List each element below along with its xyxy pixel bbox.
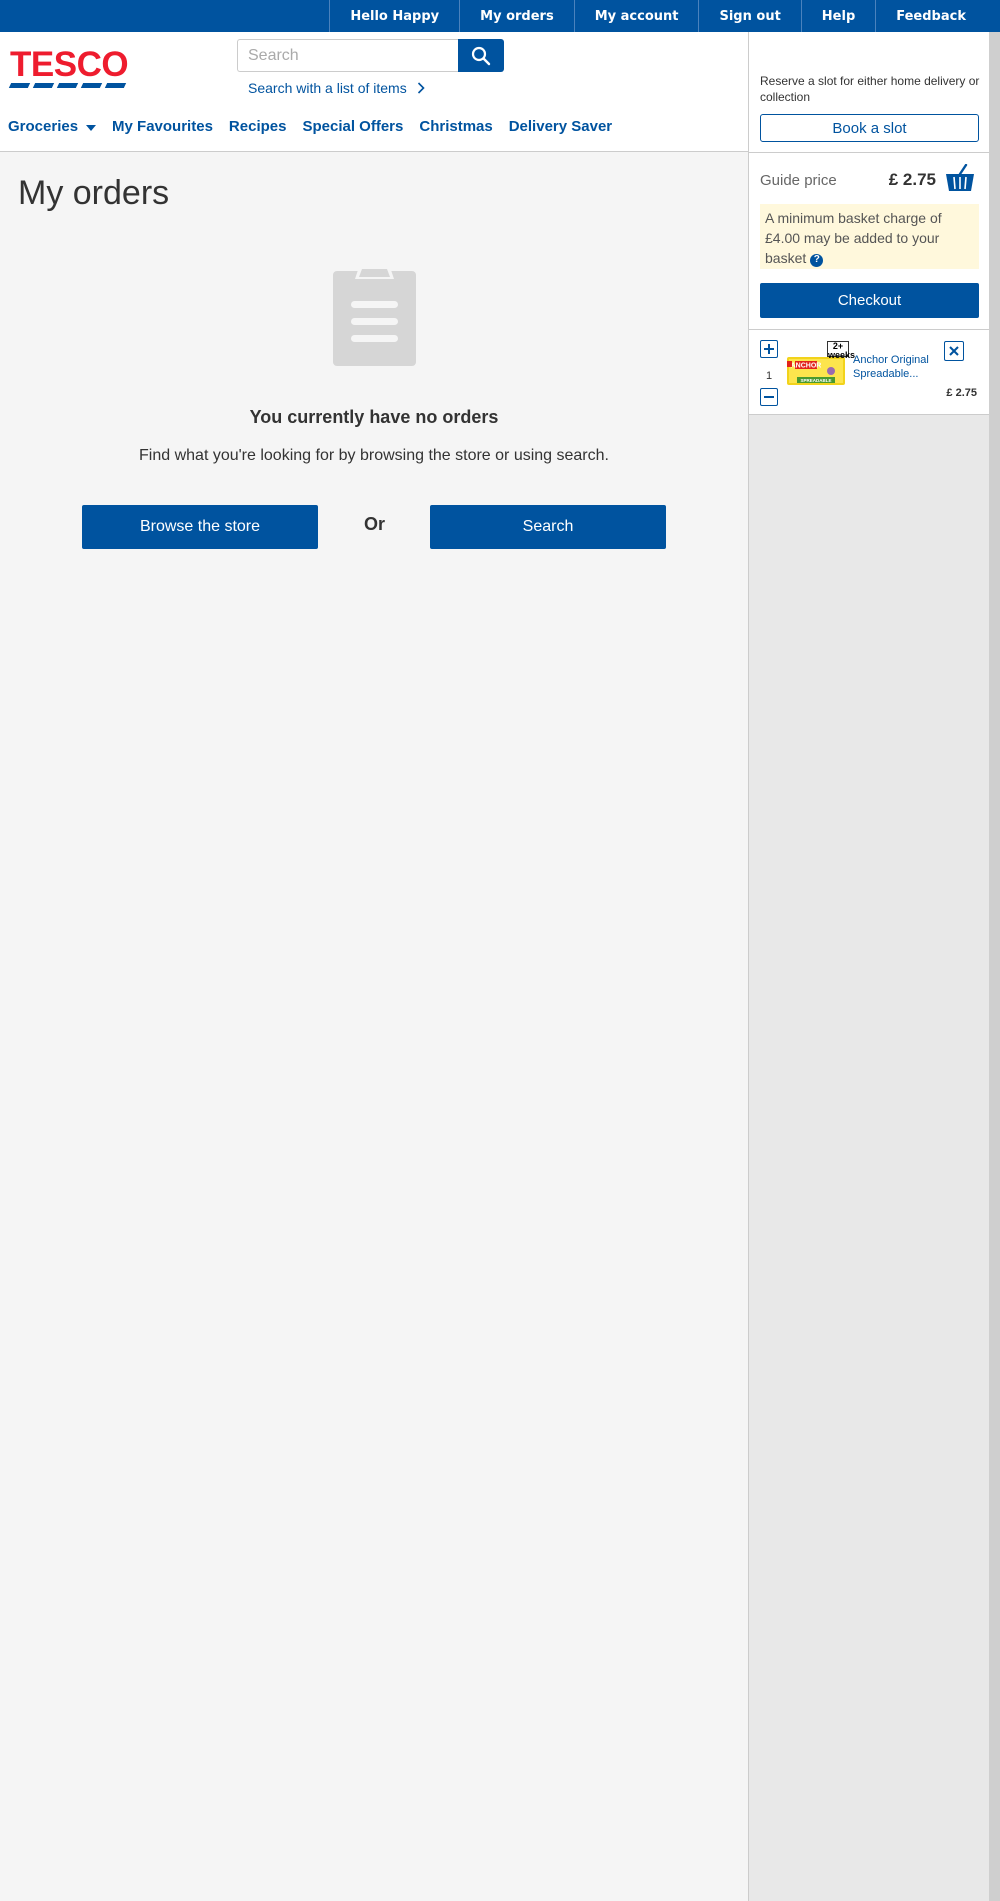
plus-icon: [764, 344, 774, 354]
nav-delivery-saver[interactable]: Delivery Saver: [509, 118, 612, 135]
book-slot-button[interactable]: Book a slot: [760, 114, 979, 142]
guide-price-label: Guide price: [760, 172, 837, 189]
logo-text: TESCO: [10, 45, 129, 84]
greeting-link[interactable]: Hello Happy: [329, 0, 459, 32]
nav-groceries[interactable]: Groceries: [8, 118, 97, 135]
sidebar-scrollbar[interactable]: [989, 32, 1000, 1901]
account-links: Hello Happy My orders My account Sign ou…: [329, 0, 986, 32]
nav-recipes[interactable]: Recipes: [229, 118, 287, 135]
product-brand-text: ANCHOR: [791, 363, 822, 370]
chevron-right-icon: [417, 82, 425, 94]
help-icon[interactable]: ?: [810, 253, 824, 267]
product-price: £ 2.75: [946, 387, 977, 399]
feedback-link[interactable]: Feedback: [875, 0, 986, 32]
increase-quantity-button[interactable]: [760, 340, 778, 358]
nav-special-offers[interactable]: Special Offers: [302, 118, 403, 135]
nav-christmas[interactable]: Christmas: [419, 118, 492, 135]
remove-item-button[interactable]: [944, 341, 964, 361]
nav-my-favourites[interactable]: My Favourites: [112, 118, 213, 135]
search-icon: [471, 46, 491, 65]
clipboard-icon: [333, 265, 416, 366]
logo-stripes: [8, 83, 132, 88]
tesco-logo[interactable]: TESCO: [8, 45, 132, 88]
product-name-link[interactable]: Anchor Original Spreadable...: [853, 353, 953, 381]
product-subtitle-text: SPREADABLE: [800, 378, 831, 383]
search-button[interactable]: Search: [430, 505, 666, 549]
search-with-list-link[interactable]: Search with a list of items: [248, 80, 425, 96]
notice-text: A minimum basket charge of £4.00 may be …: [765, 210, 942, 266]
empty-state-title: You currently have no orders: [249, 407, 499, 427]
my-account-link[interactable]: My account: [573, 0, 699, 32]
help-link[interactable]: Help: [800, 0, 875, 32]
page-title: My orders: [18, 174, 170, 212]
basket-icon[interactable]: [945, 164, 975, 192]
divider: [749, 152, 989, 153]
browse-store-button[interactable]: Browse the store: [82, 505, 318, 549]
slot-description: Reserve a slot for either home delivery …: [760, 74, 980, 104]
caret-down-icon: [86, 125, 97, 131]
top-utility-bar: Hello Happy My orders My account Sign ou…: [0, 0, 1000, 32]
minus-icon: [764, 396, 774, 398]
basket-sidebar: Reserve a slot for either home delivery …: [748, 32, 989, 1901]
guide-price-value: £ 2.75: [888, 170, 936, 189]
shelf-life-badge: 2+ weeks: [827, 341, 856, 360]
basket-item: 1 ANCHOR SPREADABLE 2+ weeks Anchor Orig…: [749, 329, 989, 415]
my-orders-link[interactable]: My orders: [459, 0, 574, 32]
site-header: TESCO Search with a list of items Grocer…: [0, 32, 748, 152]
main-navigation: Groceries My Favourites Recipes Special …: [8, 118, 612, 135]
checkout-button[interactable]: Checkout: [760, 283, 979, 318]
nav-groceries-label: Groceries: [8, 118, 79, 135]
or-label: Or: [364, 514, 386, 534]
slot-panel: Reserve a slot for either home delivery …: [749, 32, 989, 329]
min-basket-notice: A minimum basket charge of £4.00 may be …: [760, 204, 979, 269]
sign-out-link[interactable]: Sign out: [698, 0, 800, 32]
item-quantity: 1: [765, 370, 773, 382]
search-submit-button[interactable]: [458, 39, 504, 72]
empty-state-subtitle: Find what you're looking for by browsing…: [139, 447, 609, 464]
close-icon: [949, 346, 959, 356]
search-input[interactable]: [237, 39, 458, 72]
decrease-quantity-button[interactable]: [760, 388, 778, 406]
search-list-label: Search with a list of items: [248, 80, 407, 96]
